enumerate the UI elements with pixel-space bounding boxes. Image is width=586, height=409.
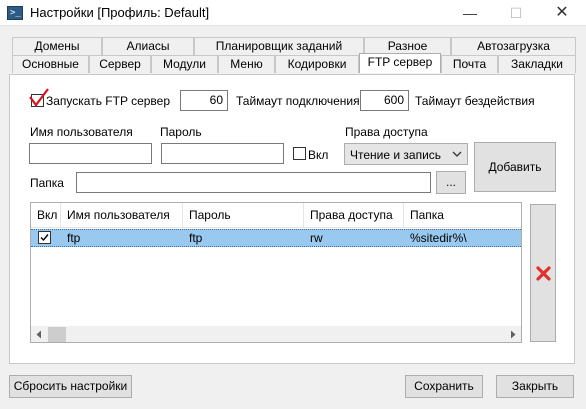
tab-mail[interactable]: Почта <box>441 55 498 73</box>
tab-general[interactable]: Основные <box>12 55 89 73</box>
tab-encodings[interactable]: Кодировки <box>275 55 359 73</box>
username-input[interactable] <box>29 143 152 164</box>
row-enabled-checkbox[interactable] <box>38 231 51 244</box>
horizontal-scrollbar[interactable] <box>31 326 521 342</box>
scrollbar-thumb[interactable] <box>48 327 66 342</box>
title-bar: >_ Настройки [Профиль: Default] — ☐ ✕ <box>0 0 586 26</box>
column-header-folder[interactable]: Папка <box>404 203 521 227</box>
tab-server[interactable]: Сервер <box>89 55 151 73</box>
chevron-down-icon <box>452 151 462 157</box>
enabled-checkbox[interactable] <box>293 147 306 160</box>
maximize-button[interactable]: ☐ <box>493 0 539 26</box>
access-select-value: Чтение и запись <box>350 148 442 162</box>
app-icon: >_ <box>7 6 23 20</box>
tab-modules[interactable]: Модули <box>151 55 218 73</box>
column-header-enabled[interactable]: Вкл <box>31 203 61 227</box>
column-header-access[interactable]: Права доступа <box>304 203 404 227</box>
minimize-button[interactable]: — <box>447 0 493 26</box>
row-username: ftp <box>67 231 81 245</box>
tab-domains[interactable]: Домены <box>12 37 102 55</box>
tab-scheduler[interactable]: Планировщик заданий <box>194 37 364 55</box>
add-user-button[interactable]: Добавить <box>474 142 556 192</box>
scroll-right-icon[interactable] <box>509 330 517 339</box>
window-title: Настройки [Профиль: Default] <box>30 5 210 20</box>
column-header-username[interactable]: Имя пользователя <box>61 203 183 227</box>
run-ftp-checkbox[interactable] <box>29 88 49 107</box>
close-button[interactable]: Закрыть <box>496 375 574 398</box>
tab-aliases[interactable]: Алиасы <box>102 37 194 55</box>
reset-settings-button[interactable]: Сбросить настройки <box>9 375 132 398</box>
idle-timeout-input[interactable]: 600 <box>360 90 409 111</box>
tab-autostart[interactable]: Автозагрузка <box>451 37 576 55</box>
delete-user-button[interactable] <box>530 204 556 342</box>
browse-folder-button[interactable]: ... <box>436 171 466 194</box>
close-window-button[interactable]: ✕ <box>539 0 585 26</box>
connect-timeout-input[interactable]: 60 <box>180 90 228 111</box>
row-password: ftp <box>189 231 203 245</box>
row-access: rw <box>310 231 323 245</box>
checkmark-icon <box>40 234 49 242</box>
column-header-password[interactable]: Пароль <box>183 203 304 227</box>
folder-input[interactable] <box>76 172 431 193</box>
scroll-left-icon[interactable] <box>35 330 43 339</box>
access-select[interactable]: Чтение и запись <box>344 143 468 165</box>
row-folder: %sitedir%\ <box>410 231 467 245</box>
users-table[interactable]: Вкл Имя пользователя Пароль Права доступ… <box>30 202 522 343</box>
password-input[interactable] <box>161 143 284 164</box>
checkmark-icon <box>29 88 49 107</box>
tab-menu[interactable]: Меню <box>218 55 275 73</box>
red-x-icon <box>536 266 551 281</box>
tab-ftp-server[interactable]: FTP сервер <box>359 53 441 73</box>
table-header: Вкл Имя пользователя Пароль Права доступ… <box>31 203 521 228</box>
save-button[interactable]: Сохранить <box>405 375 483 398</box>
tab-bookmarks[interactable]: Закладки <box>498 55 576 73</box>
